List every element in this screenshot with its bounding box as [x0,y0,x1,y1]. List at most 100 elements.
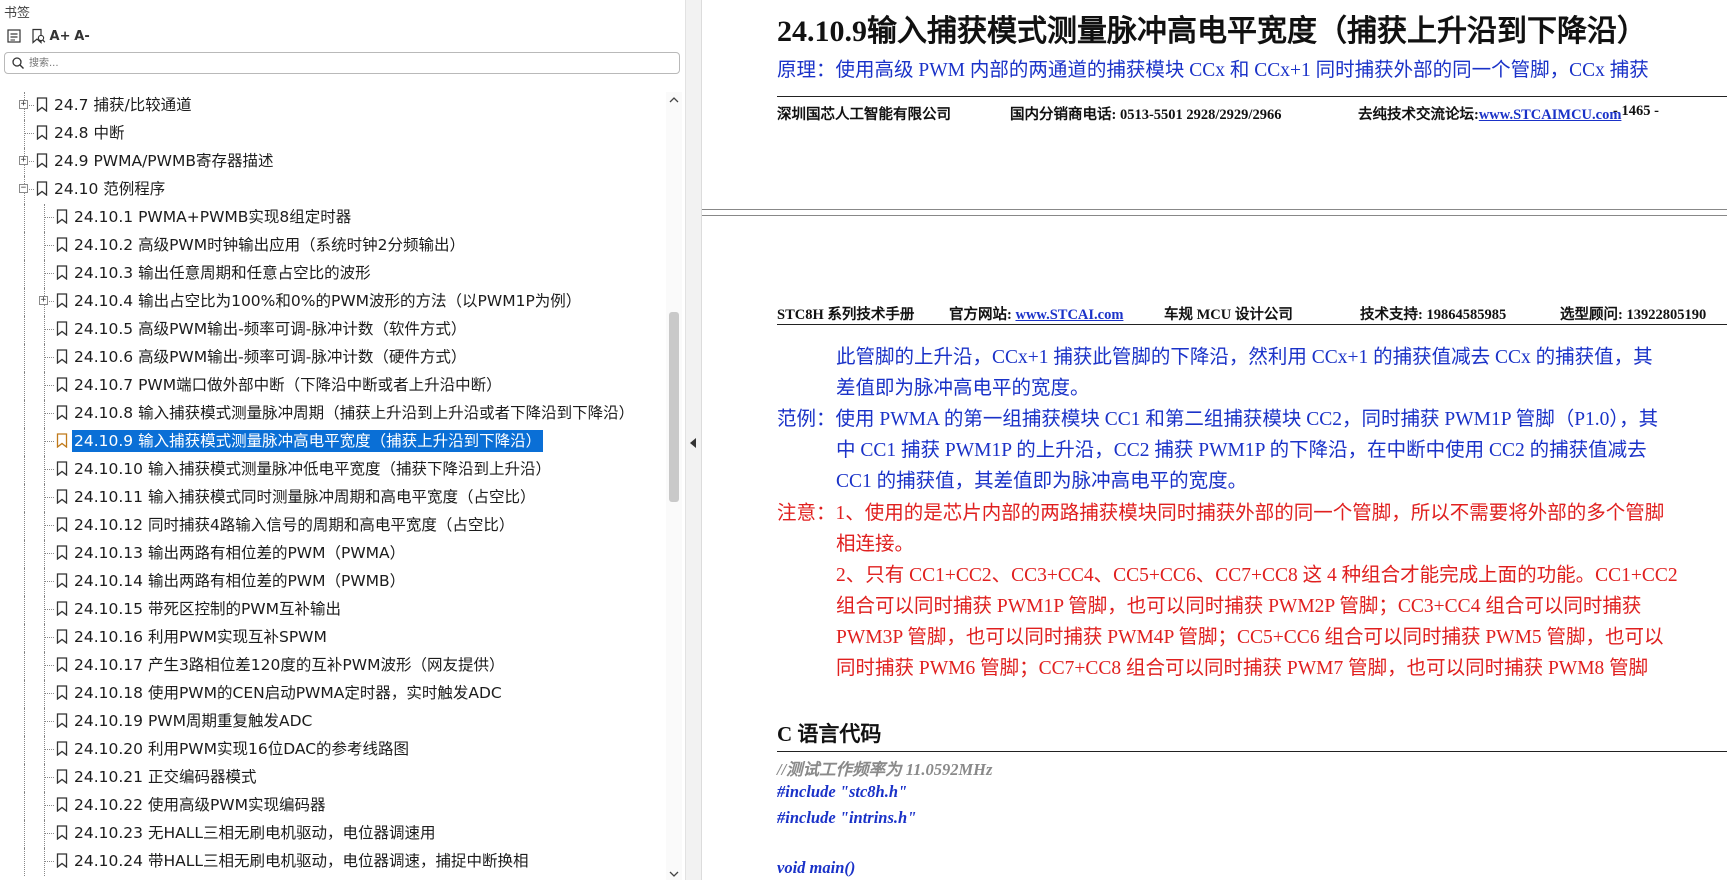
body-line: 相连接。 [836,534,915,555]
bookmark-item[interactable]: 24.10.6 高级PWM输出-频率可调-脉冲计数（硬件方式） [0,344,672,372]
tree-guide-line [24,680,25,708]
collapse-toggle-icon[interactable]: − [19,184,28,193]
tree-guide-line [44,708,45,736]
bookmark-item[interactable]: 24.10.2 高级PWM时钟输出应用（系统时钟2分频输出） [0,232,672,260]
footer-phone: 国内分销商电话: 0513-5501 2928/2929/2966 [1010,107,1282,123]
tree-guide-line [24,372,25,400]
bookmark-item[interactable]: 24.10.16 利用PWM实现互补SPWM [0,624,672,652]
bookmark-icon [56,433,68,449]
bookmark-item[interactable]: +24.9 PWMA/PWMB寄存器描述 [0,148,672,176]
expand-toggle-icon[interactable]: + [39,296,48,305]
tree-branch-line [24,133,34,134]
tree-guide-line [44,484,45,512]
bookmark-item[interactable]: 24.10.13 输出两路有相位差的PWM（PWMA） [0,540,672,568]
panel-collapse-handle[interactable] [686,0,702,880]
decrease-font-button[interactable]: A- [72,26,92,46]
tree-guide-line [44,736,45,764]
section-title: 24.10.9输入捕获模式测量脉冲高电平宽度（捕获上升沿到下降沿） [777,15,1647,48]
body-line: 组合可以同时捕获 PWM1P 管脚，也可以同时捕获 PWM2P 管脚；CC3+C… [836,596,1642,617]
tree-branch-line [44,833,54,834]
tree-guide-line [24,344,25,372]
bookmark-item[interactable]: 24.10.1 PWMA+PWMB实现8组定时器 [0,204,672,232]
bookmark-label: 24.10.8 输入捕获模式测量脉冲周期（捕获上升沿到上升沿或者下降沿到下降沿） [74,404,635,422]
bookmark-label: 24.10.21 正交编码器模式 [74,768,257,786]
bookmark-item[interactable]: 24.10.10 输入捕获模式测量脉冲低电平宽度（捕获下降沿到上升沿） [0,456,672,484]
bookmark-search-box[interactable] [4,52,680,74]
tree-guide-line [44,680,45,708]
bookmark-item[interactable]: 24.8 中断 [0,120,672,148]
collapse-left-icon[interactable] [690,438,696,448]
tree-guide-line [24,120,25,148]
bookmark-item[interactable]: 24.10.5 高级PWM输出-频率可调-脉冲计数（软件方式） [0,316,672,344]
body-line: 同时捕获 PWM6 管脚；CC7+CC8 组合可以同时捕获 PWM7 管脚，也可… [836,658,1649,679]
tree-guide-line [24,260,25,288]
tree-branch-line [44,637,54,638]
bookmark-label: 24.10.10 输入捕获模式测量脉冲低电平宽度（捕获下降沿到上升沿） [74,460,551,478]
bookmark-item[interactable]: 24.10.19 PWM周期重复触发ADC [0,708,672,736]
bookmark-item[interactable]: +24.7 捕获/比较通道 [0,92,672,120]
increase-font-button[interactable]: A+ [50,26,71,46]
tree-guide-line [44,428,45,456]
footer-forum-label: 去纯技术交流论坛: [1358,107,1479,123]
footer-forum: 去纯技术交流论坛:www.STCAIMCU.com [1358,103,1621,124]
bookmark-icon [56,321,68,337]
bookmark-item[interactable]: 24.10.21 正交编码器模式 [0,764,672,792]
bookmark-item[interactable]: 24.10.12 同时捕获4路输入信号的周期和高电平宽度（占空比） [0,512,672,540]
bookmark-item[interactable]: 24.10.18 使用PWM的CEN启动PWMA定时器，实时触发ADC [0,680,672,708]
code-heading: C 语言代码 [777,722,882,746]
bookmark-search-input[interactable] [29,55,669,71]
forum-link[interactable]: www.STCAIMCU.com [1479,107,1622,123]
tree-guide-line [24,596,25,624]
body-line: 注意：1、使用的是芯片内部的两路捕获模块同时捕获外部的同一个管脚，所以不需要将外… [777,503,1665,524]
bookmark-item[interactable]: 24.10.9 输入捕获模式测量脉冲高电平宽度（捕获上升沿到下降沿） [0,428,672,456]
bookmark-item[interactable]: 24.10.14 输出两路有相位差的PWM（PWMB） [0,568,672,596]
tree-branch-line [44,777,54,778]
bookmark-label: 24.10.17 产生3路相位差120度的互补PWM波形（网友提供） [74,656,505,674]
bookmark-scrollbar[interactable] [666,92,682,880]
bookmark-label: 24.10.2 高级PWM时钟输出应用（系统时钟2分频输出） [74,236,465,254]
bookmark-icon [36,153,48,169]
bookmark-item[interactable]: 24.10.11 输入捕获模式同时测量脉冲周期和高电平宽度（占空比） [0,484,672,512]
tree-guide-line [44,596,45,624]
scroll-up-icon[interactable] [668,94,680,106]
tree-branch-line [44,609,54,610]
list-icon[interactable] [4,26,24,46]
tree-guide-line [44,820,45,848]
tree-branch-line [44,805,54,806]
bookmark-icon [56,797,68,813]
bookmark-icon [56,349,68,365]
bookmark-search-icon[interactable] [28,26,48,46]
tree-guide-line [44,792,45,820]
site-link[interactable]: www.STCAI.com [1015,307,1123,323]
bookmark-label: 24.10.14 输出两路有相位差的PWM（PWMB） [74,572,406,590]
bookmark-item[interactable]: 24.10.24 带HALL三相无刷电机驱动，电位器调速，捕捉中断换相 [0,848,672,876]
code-heading-rule [777,751,1727,752]
expand-toggle-icon[interactable]: + [19,156,28,165]
bookmark-icon [56,629,68,645]
bookmark-item[interactable]: 24.10.8 输入捕获模式测量脉冲周期（捕获上升沿到上升沿或者下降沿到下降沿） [0,400,672,428]
bookmark-tree: +24.7 捕获/比较通道 24.8 中断 +24.9 PWMA/PWMB寄存器描述… [0,92,672,880]
scrollbar-thumb[interactable] [669,312,679,502]
tree-branch-line [44,217,54,218]
code-line: #include "stc8h.h" [777,782,908,801]
bookmark-item[interactable]: 24.10.3 输出任意周期和任意占空比的波形 [0,260,672,288]
bookmark-item[interactable]: 24.10.22 使用高级PWM实现编码器 [0,792,672,820]
tree-guide-line [44,344,45,372]
code-line: #include "intrins.h" [777,808,917,827]
tree-guide-line [24,512,25,540]
bookmark-item[interactable]: 24.10.15 带死区控制的PWM互补输出 [0,596,672,624]
bookmark-item[interactable]: 24.10.17 产生3路相位差120度的互补PWM波形（网友提供） [0,652,672,680]
expand-toggle-icon[interactable]: + [19,100,28,109]
page-break-top [702,209,1727,210]
tree-guide-line [24,316,25,344]
bookmark-icon [56,685,68,701]
scroll-down-icon[interactable] [668,868,680,880]
bookmark-item[interactable]: 24.10.23 无HALL三相无刷电机驱动，电位器调速用 [0,820,672,848]
bookmark-item[interactable]: 24.10.7 PWM端口做外部中断（下降沿中断或者上升沿中断） [0,372,672,400]
bookmark-label: 24.10.11 输入捕获模式同时测量脉冲周期和高电平宽度（占空比） [74,488,536,506]
bookmark-item[interactable]: +24.10.4 输出占空比为100%和0%的PWM波形的方法（以PWM1P为例… [0,288,672,316]
bookmark-icon [56,825,68,841]
bookmark-item[interactable]: − 24.10 范例程序 [0,176,672,204]
tree-guide-line [24,736,25,764]
bookmark-item[interactable]: 24.10.20 利用PWM实现16位DAC的参考线路图 [0,736,672,764]
